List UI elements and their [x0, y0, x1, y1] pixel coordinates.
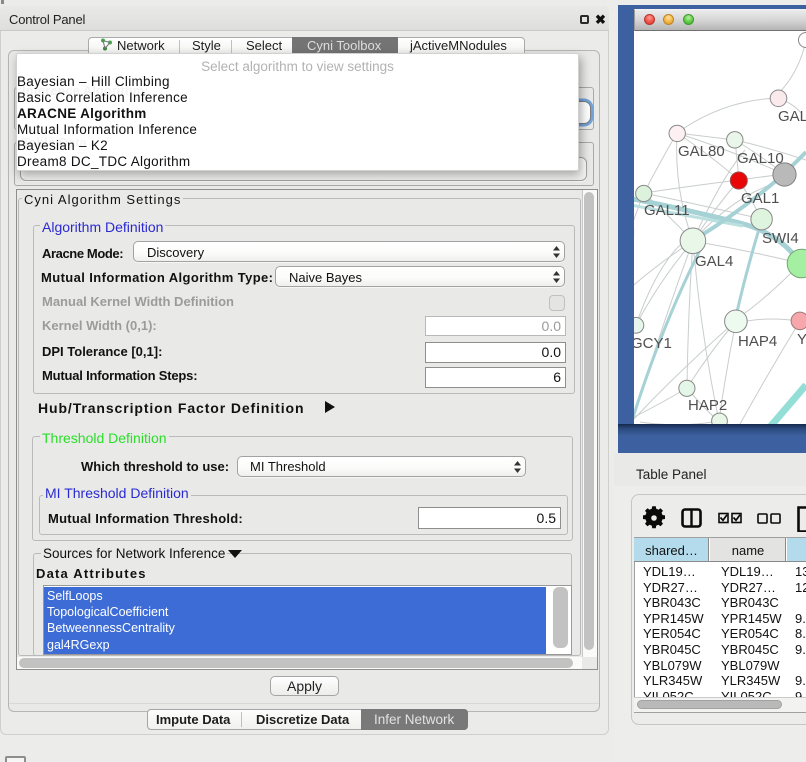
- svg-text:GAL1: GAL1: [741, 190, 779, 207]
- svg-text:GAL80: GAL80: [678, 143, 725, 160]
- svg-text:Y: Y: [797, 331, 806, 348]
- svg-text:SWI4: SWI4: [762, 230, 799, 247]
- svg-text:GAL11: GAL11: [644, 202, 690, 219]
- svg-text:HAP2: HAP2: [688, 397, 727, 414]
- svg-text:GAL10: GAL10: [737, 150, 784, 167]
- svg-text:HAP4: HAP4: [738, 333, 777, 350]
- svg-text:GAL: GAL: [778, 108, 806, 125]
- svg-text:GCY1: GCY1: [634, 335, 672, 352]
- svg-text:GAL4: GAL4: [695, 253, 733, 270]
